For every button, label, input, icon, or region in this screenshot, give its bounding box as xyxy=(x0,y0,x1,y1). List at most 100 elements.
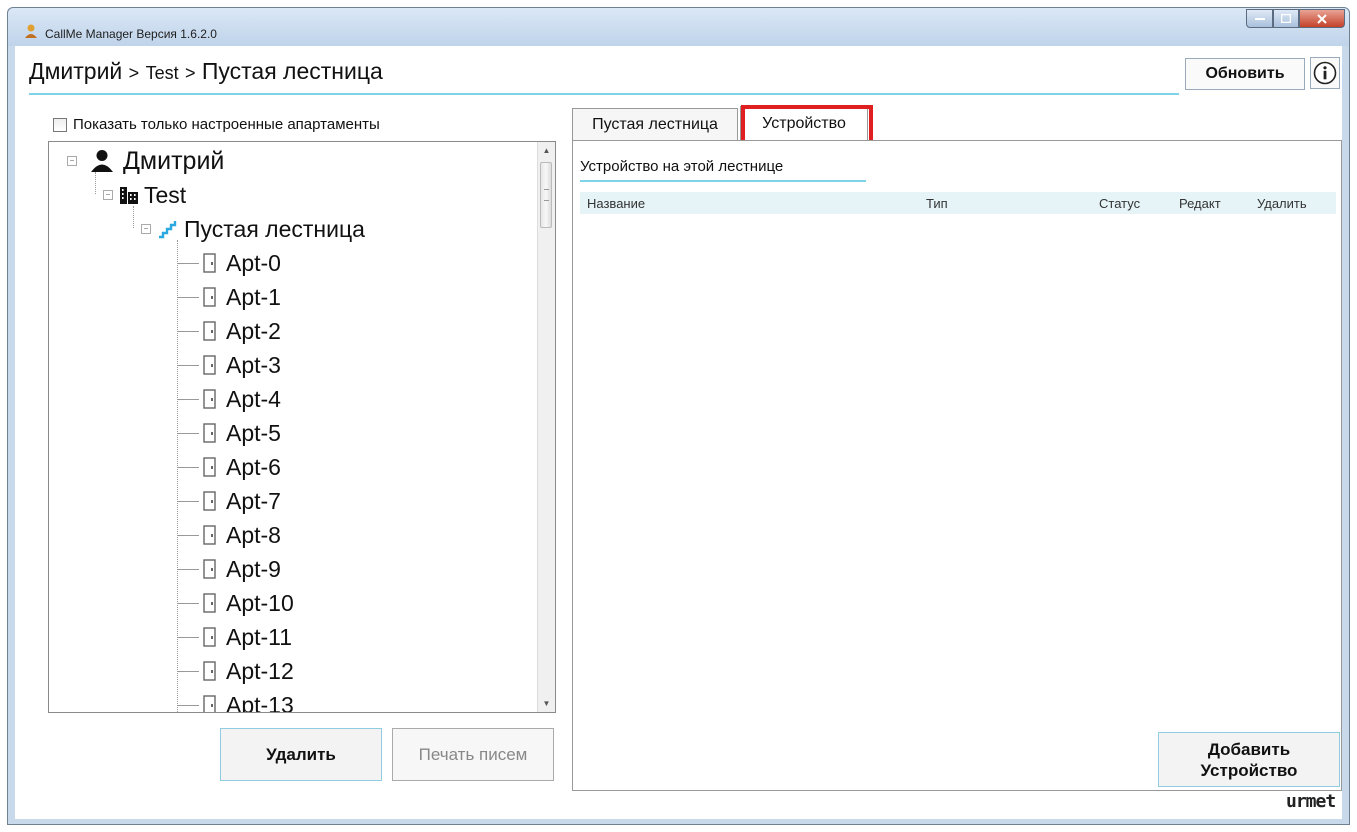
door-icon xyxy=(203,525,216,545)
add-device-button[interactable]: Добавить Устройство xyxy=(1158,732,1340,787)
info-button[interactable] xyxy=(1310,57,1340,89)
breadcrumb-separator: > xyxy=(184,63,196,83)
apartment-label: Apt-1 xyxy=(226,283,281,310)
tree-apartment-item[interactable]: Apt-13 xyxy=(177,690,294,713)
door-icon xyxy=(203,491,216,511)
tree-apartment-item[interactable]: Apt-3 xyxy=(177,350,281,380)
apartment-label: Apt-0 xyxy=(226,249,281,276)
apartment-label: Apt-6 xyxy=(226,453,281,480)
maximize-icon xyxy=(1281,14,1291,23)
apartment-label: Apt-9 xyxy=(226,555,281,582)
breadcrumb-user: Дмитрий xyxy=(29,58,123,84)
maximize-button[interactable] xyxy=(1273,9,1299,28)
tree-label-building: Test xyxy=(144,181,187,208)
scroll-down-arrow-icon[interactable]: ▼ xyxy=(538,695,555,712)
apartment-label: Apt-4 xyxy=(226,385,281,412)
tab-staircase[interactable]: Пустая лестница xyxy=(572,108,738,140)
collapse-icon[interactable]: − xyxy=(141,224,151,234)
door-icon xyxy=(203,321,216,341)
apartment-label: Apt-11 xyxy=(226,623,293,650)
door-icon xyxy=(203,695,216,712)
apartment-label: Apt-2 xyxy=(226,317,281,344)
configured-only-label: Показать только настроенные апартаменты xyxy=(73,116,380,133)
section-title: Устройство на этой лестнице xyxy=(580,158,784,175)
scroll-up-arrow-icon[interactable]: ▲ xyxy=(538,142,555,159)
main-area: Дмитрий > Test > Пустая лестница Обновит… xyxy=(15,46,1342,819)
section-underline xyxy=(580,180,866,182)
print-letters-button[interactable]: Печать писем xyxy=(392,728,554,781)
tree-apartment-item[interactable]: Apt-12 xyxy=(177,656,294,686)
door-icon xyxy=(203,389,216,409)
tree-apartment-item[interactable]: Apt-2 xyxy=(177,316,281,346)
delete-button[interactable]: Удалить xyxy=(220,728,382,781)
configured-only-checkbox[interactable] xyxy=(53,117,67,132)
left-panel: Показать только настроенные апартаменты … xyxy=(15,103,559,791)
breadcrumb: Дмитрий > Test > Пустая лестница xyxy=(29,58,383,85)
app-person-icon xyxy=(25,24,37,38)
door-icon xyxy=(203,355,216,375)
tree-apartment-item[interactable]: Apt-6 xyxy=(177,452,281,482)
tree-apartment-item[interactable]: Apt-4 xyxy=(177,384,281,414)
title-bar[interactable]: CallMe Manager Версия 1.6.2.0 xyxy=(8,8,1349,46)
breadcrumb-separator: > xyxy=(128,63,140,83)
tree-apartment-item[interactable]: Apt-8 xyxy=(177,520,281,550)
window-controls xyxy=(1246,9,1345,28)
apartment-label: Apt-8 xyxy=(226,521,281,548)
scroll-thumb[interactable] xyxy=(540,162,552,228)
tree-apartment-item[interactable]: Apt-11 xyxy=(177,622,292,652)
add-device-label-line2: Устройство xyxy=(1200,760,1298,780)
urmet-logo: urmet xyxy=(1286,791,1336,812)
tree-label-user: Дмитрий xyxy=(123,146,225,175)
collapse-icon[interactable]: − xyxy=(103,190,113,200)
tree-node-user[interactable]: − Дмитрий xyxy=(67,146,224,176)
door-icon xyxy=(203,287,216,307)
door-icon xyxy=(203,593,216,613)
tree-apartment-item[interactable]: Apt-0 xyxy=(177,248,281,278)
column-type[interactable]: Тип xyxy=(926,196,948,211)
collapse-icon[interactable]: − xyxy=(67,156,77,166)
door-icon xyxy=(203,457,216,477)
apartment-label: Apt-10 xyxy=(226,589,294,616)
tree-apartment-item[interactable]: Apt-9 xyxy=(177,554,281,584)
building-icon xyxy=(120,187,138,204)
tree-scrollbar[interactable]: ▲ ▼ xyxy=(537,142,555,712)
device-tab-content: Устройство на этой лестнице Название Тип… xyxy=(572,140,1342,791)
minimize-icon xyxy=(1254,17,1265,20)
tree-apartment-item[interactable]: Apt-5 xyxy=(177,418,281,448)
close-button[interactable] xyxy=(1299,9,1345,28)
door-icon xyxy=(203,661,216,681)
add-device-label-line1: Добавить xyxy=(1207,739,1291,759)
breadcrumb-staircase: Пустая лестница xyxy=(201,58,383,84)
tree-label-staircase: Пустая лестница xyxy=(184,215,365,242)
apartment-label: Apt-13 xyxy=(226,691,294,713)
apartment-label: Apt-7 xyxy=(226,487,281,514)
window-title: CallMe Manager Версия 1.6.2.0 xyxy=(45,27,217,41)
tree-apartment-item[interactable]: Apt-7 xyxy=(177,486,281,516)
refresh-button[interactable]: Обновить xyxy=(1185,58,1305,90)
tree-apartment-item[interactable]: Apt-1 xyxy=(177,282,281,312)
door-icon xyxy=(203,627,216,647)
apartment-label: Apt-12 xyxy=(226,657,294,684)
apartment-tree[interactable]: − Дмитрий − Test − Пустая лестница Apt-0… xyxy=(48,141,556,713)
device-table-header: Название Тип Статус Редакт Удалить xyxy=(580,192,1336,214)
configured-only-checkbox-row[interactable]: Показать только настроенные апартаменты xyxy=(53,116,380,133)
close-icon xyxy=(1317,13,1327,24)
column-delete[interactable]: Удалить xyxy=(1257,196,1307,211)
column-status[interactable]: Статус xyxy=(1099,196,1140,211)
staircase-icon xyxy=(159,221,177,239)
tree-node-staircase[interactable]: − Пустая лестница xyxy=(141,214,365,244)
column-name[interactable]: Название xyxy=(587,196,645,211)
breadcrumb-building: Test xyxy=(145,63,179,83)
door-icon xyxy=(203,423,216,443)
tree-node-building[interactable]: − Test xyxy=(103,180,186,210)
breadcrumb-underline xyxy=(29,93,1179,95)
tree-apartment-item[interactable]: Apt-10 xyxy=(177,588,294,618)
minimize-button[interactable] xyxy=(1246,9,1273,28)
door-icon xyxy=(203,559,216,579)
app-window: CallMe Manager Версия 1.6.2.0 Дмитрий > … xyxy=(7,7,1350,825)
user-icon xyxy=(91,150,113,172)
info-icon xyxy=(1313,61,1337,85)
apartment-label: Apt-3 xyxy=(226,351,281,378)
door-icon xyxy=(203,253,216,273)
column-edit[interactable]: Редакт xyxy=(1179,196,1221,211)
